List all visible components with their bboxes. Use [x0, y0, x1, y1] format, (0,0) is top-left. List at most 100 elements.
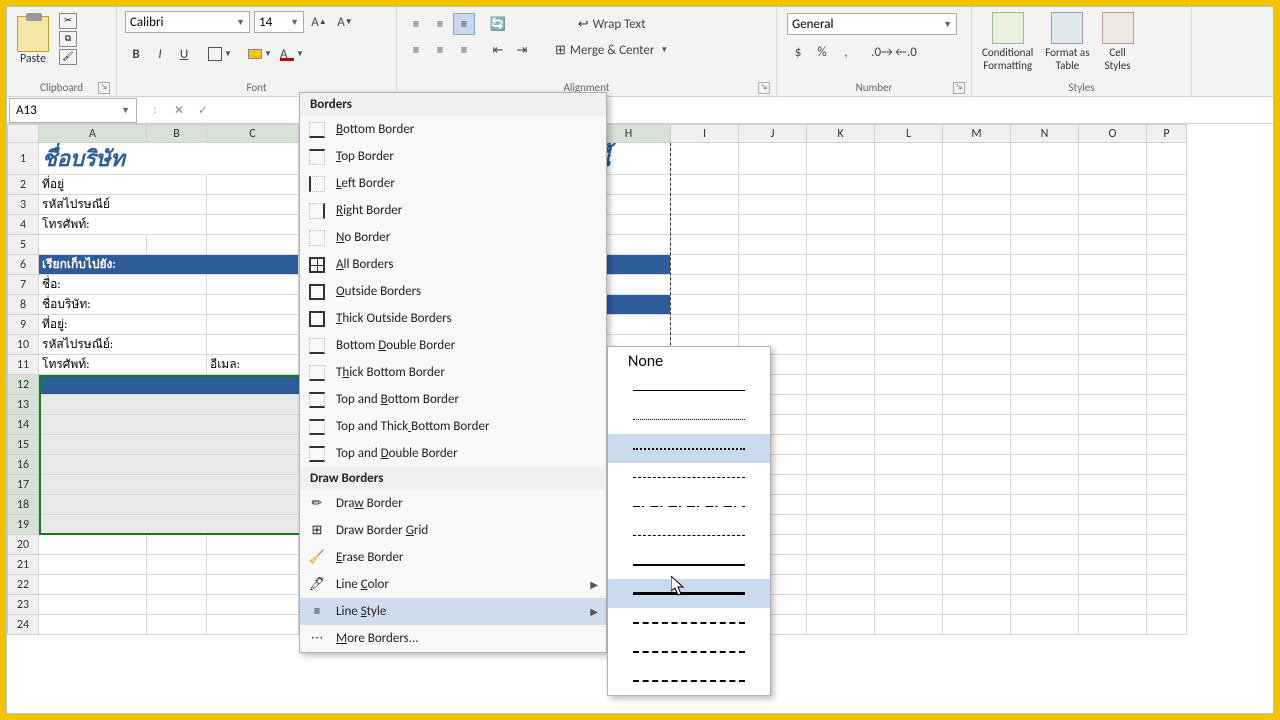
- cell[interactable]: [1079, 375, 1147, 395]
- cell[interactable]: [875, 315, 943, 335]
- cell[interactable]: [807, 615, 875, 635]
- cell[interactable]: [807, 235, 875, 255]
- cell[interactable]: [943, 195, 1011, 215]
- line-style-medium-dashdotdot[interactable]: [608, 666, 770, 695]
- cell[interactable]: [1011, 555, 1079, 575]
- border-right-border[interactable]: Right Border: [300, 197, 606, 224]
- column-header-P[interactable]: P: [1147, 124, 1187, 143]
- cell[interactable]: [739, 195, 807, 215]
- cell[interactable]: [1011, 235, 1079, 255]
- italic-button[interactable]: I: [149, 43, 171, 65]
- cell[interactable]: [671, 315, 739, 335]
- cell[interactable]: [1011, 435, 1079, 455]
- row-header-10[interactable]: 10: [7, 335, 39, 355]
- cell[interactable]: [1079, 475, 1147, 495]
- cell[interactable]: [1147, 595, 1187, 615]
- align-top-icon[interactable]: ≡: [405, 13, 427, 35]
- borders-button[interactable]: ▼: [205, 43, 235, 65]
- cell[interactable]: [807, 143, 875, 175]
- cell[interactable]: [1079, 435, 1147, 455]
- line-style-none[interactable]: None: [608, 347, 770, 376]
- formula-x-icon[interactable]: ✕: [167, 98, 191, 122]
- cell[interactable]: [1079, 235, 1147, 255]
- cell[interactable]: [671, 275, 739, 295]
- cell[interactable]: [1011, 395, 1079, 415]
- border-top-and-thick-bottom-border[interactable]: Top and Thick Bottom Border: [300, 413, 606, 440]
- cell[interactable]: [1011, 615, 1079, 635]
- cell[interactable]: [943, 315, 1011, 335]
- cell[interactable]: เรียกเก็บไปยัง:: [39, 255, 299, 275]
- cell[interactable]: [1079, 315, 1147, 335]
- accounting-format-icon[interactable]: $: [787, 41, 809, 63]
- row-header-12[interactable]: 12: [7, 375, 39, 395]
- cell[interactable]: [207, 335, 299, 355]
- cell[interactable]: [671, 295, 739, 315]
- cell[interactable]: [739, 235, 807, 255]
- format-painter-icon[interactable]: 🖌: [59, 49, 77, 65]
- underline-button[interactable]: U: [173, 43, 195, 65]
- cell[interactable]: [1147, 575, 1187, 595]
- row-header-17[interactable]: 17: [7, 475, 39, 495]
- cell-styles-button[interactable]: Cell Styles: [1096, 9, 1140, 75]
- cell[interactable]: [1147, 335, 1187, 355]
- cell[interactable]: [807, 595, 875, 615]
- cell[interactable]: [807, 435, 875, 455]
- cell[interactable]: [1011, 255, 1079, 275]
- cell[interactable]: [807, 255, 875, 275]
- cell[interactable]: [739, 175, 807, 195]
- column-header-M[interactable]: M: [943, 124, 1011, 143]
- border-left-border[interactable]: Left Border: [300, 170, 606, 197]
- line-style-dashdotdot[interactable]: [608, 521, 770, 550]
- row-header-24[interactable]: 24: [7, 615, 39, 635]
- cell[interactable]: [1079, 395, 1147, 415]
- row-header-16[interactable]: 16: [7, 455, 39, 475]
- name-box[interactable]: A13▼: [9, 98, 137, 123]
- cell[interactable]: [943, 535, 1011, 555]
- cell[interactable]: [1079, 175, 1147, 195]
- cell[interactable]: [1147, 355, 1187, 375]
- cell[interactable]: [875, 395, 943, 415]
- font-color-button[interactable]: A▼: [277, 43, 307, 65]
- cell[interactable]: [671, 175, 739, 195]
- cell[interactable]: [1147, 515, 1187, 535]
- row-header-14[interactable]: 14: [7, 415, 39, 435]
- cell[interactable]: [1147, 143, 1187, 175]
- cell[interactable]: [1011, 495, 1079, 515]
- cell[interactable]: [943, 435, 1011, 455]
- row-header-13[interactable]: 13: [7, 395, 39, 415]
- alignment-launcher[interactable]: ↘: [758, 82, 770, 94]
- paste-button[interactable]: Paste: [11, 9, 55, 75]
- cell[interactable]: [943, 495, 1011, 515]
- cell[interactable]: [1147, 215, 1187, 235]
- cell[interactable]: ชื่อบริษัท:: [39, 295, 207, 315]
- border-bottom-border[interactable]: Bottom Border: [300, 116, 606, 143]
- number-launcher[interactable]: ↘: [953, 82, 965, 94]
- line-style-dashed-fine[interactable]: [608, 463, 770, 492]
- cell[interactable]: [39, 575, 147, 595]
- row-header-9[interactable]: 9: [7, 315, 39, 335]
- cell[interactable]: [147, 615, 207, 635]
- row-header-4[interactable]: 4: [7, 215, 39, 235]
- cell[interactable]: [1079, 143, 1147, 175]
- cell[interactable]: [1147, 375, 1187, 395]
- font-name-combo[interactable]: Calibri▼: [125, 11, 250, 33]
- cell[interactable]: [1147, 275, 1187, 295]
- cell[interactable]: [671, 195, 739, 215]
- cell[interactable]: [943, 555, 1011, 575]
- cell[interactable]: [1147, 555, 1187, 575]
- cell[interactable]: [1011, 455, 1079, 475]
- row-header-2[interactable]: 2: [7, 175, 39, 195]
- column-header-C[interactable]: C: [207, 124, 299, 143]
- cell[interactable]: [1147, 395, 1187, 415]
- formula-cancel-icon[interactable]: :: [143, 98, 167, 122]
- select-all-corner[interactable]: [7, 124, 39, 143]
- cell[interactable]: [875, 595, 943, 615]
- cell[interactable]: [807, 195, 875, 215]
- cell[interactable]: [875, 275, 943, 295]
- cell[interactable]: [207, 235, 299, 255]
- cell[interactable]: [875, 295, 943, 315]
- cell[interactable]: [1011, 295, 1079, 315]
- comma-format-icon[interactable]: ,: [835, 41, 857, 63]
- align-middle-icon[interactable]: ≡: [429, 13, 451, 35]
- column-header-B[interactable]: B: [147, 124, 207, 143]
